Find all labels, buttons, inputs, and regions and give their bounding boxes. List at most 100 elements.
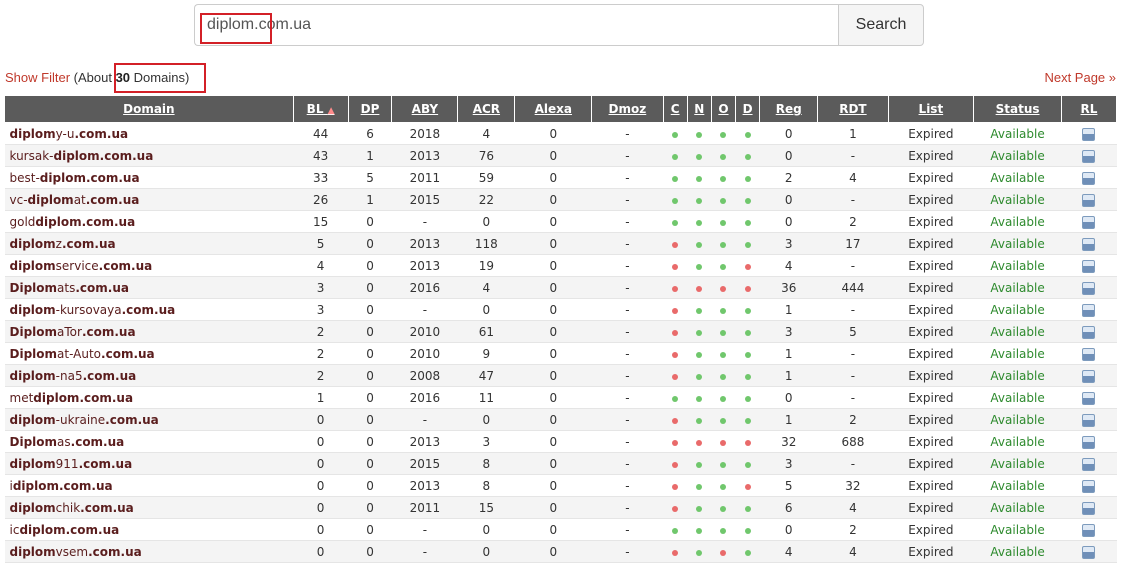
column-header-status[interactable]: Status bbox=[973, 95, 1062, 123]
domain-link[interactable]: diplom-kursovaya.com.ua bbox=[4, 298, 294, 321]
status-available-link[interactable]: Available bbox=[973, 122, 1062, 145]
domain-link[interactable]: icdiplom.com.ua bbox=[4, 518, 294, 541]
save-disk-icon[interactable] bbox=[1082, 523, 1096, 537]
table-row: best-diplom.com.ua 33 5 2011 59 0-2 4 Expired Av… bbox=[4, 166, 1117, 189]
domain-link[interactable]: diplomz.com.ua bbox=[4, 232, 294, 255]
status-available-link[interactable]: Available bbox=[973, 408, 1062, 431]
save-disk-icon[interactable] bbox=[1082, 413, 1096, 427]
save-disk-icon[interactable] bbox=[1082, 127, 1096, 141]
cell-list: Expired bbox=[888, 430, 974, 453]
domain-link[interactable]: Diplomats.com.ua bbox=[4, 276, 294, 299]
status-available-link[interactable]: Available bbox=[973, 474, 1062, 497]
cell-rl bbox=[1061, 408, 1117, 431]
column-header-rdt[interactable]: RDT bbox=[817, 95, 889, 123]
domain-prefix: met bbox=[9, 390, 34, 405]
domain-link[interactable]: best-diplom.com.ua bbox=[4, 166, 294, 189]
status-available-link[interactable]: Available bbox=[973, 430, 1062, 453]
status-available-link[interactable]: Available bbox=[973, 540, 1062, 563]
cell-dmoz: - bbox=[591, 122, 664, 145]
domain-link[interactable]: kursak-diplom.com.ua bbox=[4, 144, 294, 167]
domain-link[interactable]: diplom911.com.ua bbox=[4, 452, 294, 475]
status-available-link[interactable]: Available bbox=[973, 518, 1062, 541]
domain-link[interactable]: golddiplom.com.ua bbox=[4, 210, 294, 233]
taken-dot-icon bbox=[672, 329, 679, 336]
status-available-link[interactable]: Available bbox=[973, 166, 1062, 189]
column-header-alexa[interactable]: Alexa bbox=[514, 95, 593, 123]
domain-link[interactable]: diplom-ukraine.com.ua bbox=[4, 408, 294, 431]
domain-link[interactable]: metdiplom.com.ua bbox=[4, 386, 294, 409]
save-disk-icon[interactable] bbox=[1082, 391, 1096, 405]
status-available-link[interactable]: Available bbox=[973, 144, 1062, 167]
column-header-dp[interactable]: DP bbox=[347, 95, 393, 123]
status-available-link[interactable]: Available bbox=[973, 210, 1062, 233]
save-disk-icon[interactable] bbox=[1082, 171, 1096, 185]
status-available-link[interactable]: Available bbox=[973, 364, 1062, 387]
cell-c bbox=[663, 188, 688, 211]
domain-link[interactable]: diplomy-u.com.ua bbox=[4, 122, 294, 145]
save-disk-icon[interactable] bbox=[1082, 303, 1096, 317]
save-disk-icon[interactable] bbox=[1082, 215, 1096, 229]
column-header-list[interactable]: List bbox=[887, 95, 975, 123]
cell-bl: 0 bbox=[293, 408, 349, 431]
column-header-dmoz[interactable]: Dmoz bbox=[591, 95, 664, 123]
domain-link[interactable]: diplomchik.com.ua bbox=[4, 496, 294, 519]
status-available-link[interactable]: Available bbox=[973, 496, 1062, 519]
save-disk-icon[interactable] bbox=[1082, 149, 1096, 163]
domain-tld: .com.ua bbox=[88, 544, 142, 559]
cell-alexa: 0 bbox=[514, 474, 592, 497]
column-header-rl[interactable]: RL bbox=[1060, 95, 1118, 123]
cell-dp: 1 bbox=[348, 188, 392, 211]
status-available-link[interactable]: Available bbox=[973, 298, 1062, 321]
save-disk-icon[interactable] bbox=[1082, 193, 1096, 207]
cell-o bbox=[711, 254, 736, 277]
column-header-aby[interactable]: ABY bbox=[391, 95, 459, 123]
column-header-d[interactable]: D bbox=[734, 95, 761, 123]
domain-link[interactable]: idiplom.com.ua bbox=[4, 474, 294, 497]
status-available-link[interactable]: Available bbox=[973, 320, 1062, 343]
save-disk-icon[interactable] bbox=[1082, 457, 1096, 471]
column-header-n[interactable]: N bbox=[686, 95, 712, 123]
save-disk-icon[interactable] bbox=[1082, 435, 1096, 449]
cell-rdt: 4 bbox=[817, 166, 889, 189]
cell-dmoz: - bbox=[591, 474, 664, 497]
status-available-link[interactable]: Available bbox=[973, 386, 1062, 409]
available-dot-icon bbox=[744, 131, 751, 138]
status-available-link[interactable]: Available bbox=[973, 254, 1062, 277]
status-available-link[interactable]: Available bbox=[973, 276, 1062, 299]
domain-link[interactable]: diplom-na5.com.ua bbox=[4, 364, 294, 387]
save-disk-icon[interactable] bbox=[1082, 501, 1096, 515]
column-header-domain[interactable]: Domain bbox=[4, 95, 294, 123]
cell-dp: 0 bbox=[348, 210, 392, 233]
save-disk-icon[interactable] bbox=[1082, 325, 1096, 339]
save-disk-icon[interactable] bbox=[1082, 369, 1096, 383]
table-row: diplomchik.com.ua 0 0 2011 15 0-6 4 Expired Avai… bbox=[4, 496, 1117, 519]
save-disk-icon[interactable] bbox=[1082, 281, 1096, 295]
domain-link[interactable]: diplomvsem.com.ua bbox=[4, 540, 294, 563]
next-page-link[interactable]: Next Page » bbox=[1044, 70, 1116, 85]
domain-link[interactable]: vc-diplomat.com.ua bbox=[4, 188, 294, 211]
save-disk-icon[interactable] bbox=[1082, 237, 1096, 251]
column-header-reg[interactable]: Reg bbox=[759, 95, 819, 123]
available-dot-icon bbox=[696, 153, 703, 160]
domain-link[interactable]: diplomservice.com.ua bbox=[4, 254, 294, 277]
domain-link[interactable]: Diplomat-Auto.com.ua bbox=[4, 342, 294, 365]
show-filter-link[interactable]: Show Filter bbox=[5, 70, 70, 85]
save-disk-icon[interactable] bbox=[1082, 347, 1096, 361]
column-header-c[interactable]: C bbox=[662, 95, 688, 123]
domain-link[interactable]: DiplomaTor.com.ua bbox=[4, 320, 294, 343]
taken-dot-icon bbox=[672, 549, 679, 556]
search-input[interactable]: diplom.com.ua bbox=[194, 4, 838, 46]
save-disk-icon[interactable] bbox=[1082, 545, 1096, 559]
status-available-link[interactable]: Available bbox=[973, 342, 1062, 365]
status-available-link[interactable]: Available bbox=[973, 232, 1062, 255]
status-available-link[interactable]: Available bbox=[973, 188, 1062, 211]
column-header-o[interactable]: O bbox=[710, 95, 737, 123]
save-disk-icon[interactable] bbox=[1082, 479, 1096, 493]
search-button[interactable]: Search bbox=[838, 4, 924, 46]
column-header-acr[interactable]: ACR bbox=[457, 95, 516, 123]
domain-link[interactable]: Diplomas.com.ua bbox=[4, 430, 294, 453]
save-disk-icon[interactable] bbox=[1082, 259, 1096, 273]
status-available-link[interactable]: Available bbox=[973, 452, 1062, 475]
cell-n bbox=[687, 408, 712, 431]
column-header-bl[interactable]: BL ▲ bbox=[292, 95, 349, 123]
